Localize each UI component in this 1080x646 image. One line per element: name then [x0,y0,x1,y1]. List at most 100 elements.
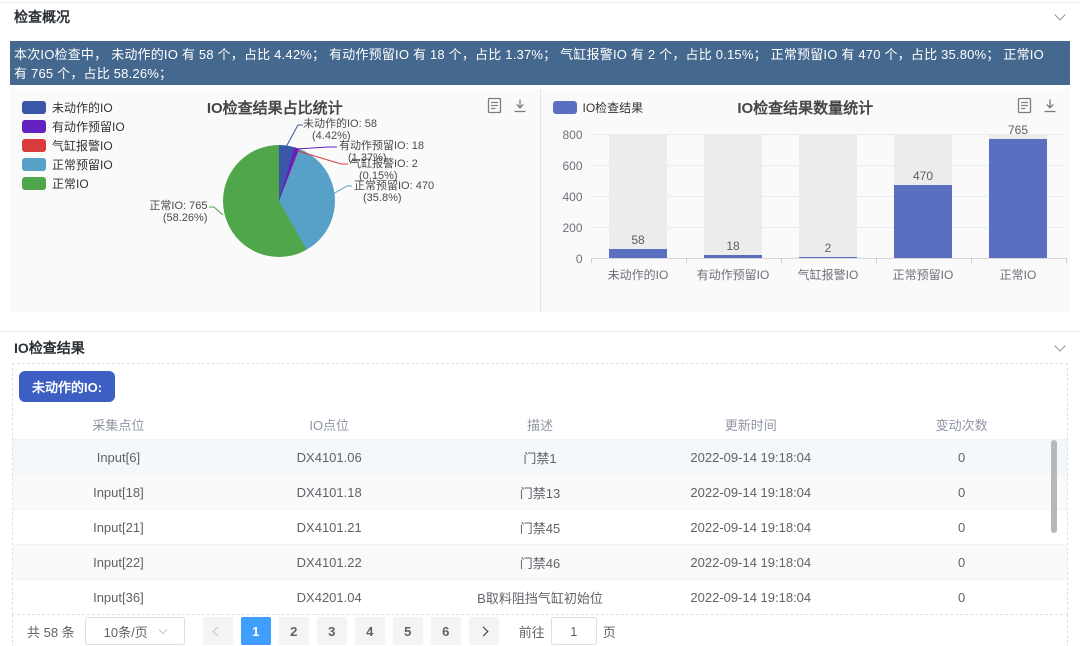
table-cell: 2022-09-14 19:18:04 [645,555,856,570]
table-row: Input[22]DX4101.22门禁462022-09-14 19:18:0… [13,544,1067,579]
y-axis-tick-label: 400 [549,190,583,204]
legend-item[interactable]: 气缸报警IO [22,136,125,155]
table-cell: DX4101.18 [224,485,435,500]
x-axis-category-label: 正常IO [961,266,1071,283]
table-cell: DX4101.06 [224,450,435,465]
legend-label: IO检查结果 [583,99,644,116]
save-image-icon[interactable] [512,97,528,114]
legend-color-chip [22,120,46,133]
results-table: 采集点位IO点位描述更新时间变动次数 Input[6]DX4101.06门禁12… [13,409,1067,614]
pagination-bar: 共 58 条 10条/页 123456 前往 页 [12,615,1068,646]
legend-color-chip [22,158,46,171]
bar-value-label: 58 [599,233,677,247]
goto-page-input[interactable] [551,617,597,645]
legend-item[interactable]: 有动作预留IO [22,117,125,136]
pagination-total: 共 58 条 [27,622,75,641]
page-number-button[interactable]: 1 [241,617,271,645]
legend-color-chip [553,101,577,114]
table-header-cell: 变动次数 [856,415,1067,434]
table-cell: Input[6] [13,450,224,465]
bar[interactable] [799,257,857,258]
table-cell: 0 [856,555,1067,570]
x-axis-line [591,258,1066,259]
bar[interactable] [894,185,952,258]
legend-label: 气缸报警IO [52,137,113,154]
table-cell: 0 [856,485,1067,500]
legend-item[interactable]: 正常IO [22,174,125,193]
bar-toolbox [1017,97,1058,114]
table-header-cell: 采集点位 [13,415,224,434]
table-cell: 2022-09-14 19:18:04 [645,520,856,535]
pie-chart-panel[interactable]: IO检查结果占比统计 未动作的IO有动作预留IO气缸报警IO正常预留IO正常IO… [10,89,541,312]
bar-legend: IO检查结果 [553,98,644,117]
table-row: Input[21]DX4101.21门禁452022-09-14 19:18:0… [13,509,1067,544]
table-cell: 0 [856,450,1067,465]
charts-row: IO检查结果占比统计 未动作的IO有动作预留IO气缸报警IO正常预留IO正常IO… [10,89,1070,312]
page-number-button[interactable]: 3 [317,617,347,645]
pie-slice-label: 未动作的IO: 58(4.42%) [303,118,377,142]
pie-slice-label: 正常预留IO: 470(35.8%) [354,180,434,204]
table-cell: 门禁45 [435,518,646,537]
chevron-left-icon [213,626,223,636]
legend-item[interactable]: 正常预留IO [22,155,125,174]
axis-tick [591,258,592,263]
y-axis-tick-label: 800 [549,128,583,142]
page-size-value: 10条/页 [104,622,148,641]
legend-color-chip [22,177,46,190]
pie-chart[interactable] [223,145,335,257]
goto-label: 前往 [519,622,545,641]
next-page-button[interactable] [469,617,499,645]
table-cell: DX4101.22 [224,555,435,570]
chevron-right-icon [479,626,489,636]
page-number-button[interactable]: 4 [355,617,385,645]
table-cell: 门禁46 [435,553,646,572]
bar-value-label: 765 [979,123,1057,137]
page-number-button[interactable]: 5 [393,617,423,645]
y-axis-tick-label: 0 [549,252,583,266]
bar-chart-panel[interactable]: IO检查结果数量统计 IO检查结果 020040060080058未动作的IO1… [541,89,1071,312]
legend-label: 正常IO [52,175,89,192]
table-header-cell: 更新时间 [645,415,856,434]
filter-category-button[interactable]: 未动作的IO: [19,371,115,402]
section-title-overview: 检查概况 [14,7,70,27]
pie-toolbox [487,97,528,114]
data-view-icon[interactable] [1017,97,1032,114]
bar[interactable] [704,255,762,258]
table-row: Input[6]DX4101.06门禁12022-09-14 19:18:040 [13,439,1067,474]
page-number-button[interactable]: 2 [279,617,309,645]
bar[interactable] [609,249,667,258]
page-number-button[interactable]: 6 [431,617,461,645]
pie-slice-label: 正常IO: 765(58.26%) [149,200,207,224]
page-size-select[interactable]: 10条/页 [85,617,185,645]
collapse-header-results[interactable]: IO检查结果 [0,331,1080,363]
table-cell: 2022-09-14 19:18:04 [645,450,856,465]
vertical-scrollbar-thumb[interactable] [1051,440,1057,533]
axis-tick [686,258,687,263]
table-cell: 0 [856,520,1067,535]
table-cell: Input[22] [13,555,224,570]
bar-value-label: 2 [789,241,867,255]
section-title-results: IO检查结果 [14,338,85,358]
table-cell: Input[36] [13,590,224,605]
legend-label: 正常预留IO [52,156,113,173]
summary-banner: 本次IO检查中， 未动作的IO 有 58 个，占比 4.42%； 有动作预留IO… [10,41,1070,85]
bar[interactable] [989,139,1047,258]
table-row: Input[18]DX4101.18门禁132022-09-14 19:18:0… [13,474,1067,509]
table-cell: 门禁13 [435,483,646,502]
data-view-icon[interactable] [487,97,502,114]
save-image-icon[interactable] [1042,97,1058,114]
y-axis-tick-label: 600 [549,159,583,173]
bar-value-label: 18 [694,239,772,253]
table-cell: 2022-09-14 19:18:04 [645,590,856,605]
results-container: 未动作的IO: 采集点位IO点位描述更新时间变动次数 Input[6]DX410… [12,363,1068,615]
y-axis-tick-label: 200 [549,221,583,235]
collapse-header-overview[interactable]: 检查概况 [0,3,1080,31]
legend-item[interactable]: 未动作的IO [22,98,125,117]
chevron-down-icon [1054,9,1065,20]
bar-background-band [799,134,857,258]
legend-color-chip [22,101,46,114]
legend-item[interactable]: IO检查结果 [553,98,644,117]
table-row: Input[36]DX4201.04B取料阻挡气缸初始位2022-09-14 1… [13,579,1067,614]
prev-page-button[interactable] [203,617,233,645]
table-cell: DX4201.04 [224,590,435,605]
